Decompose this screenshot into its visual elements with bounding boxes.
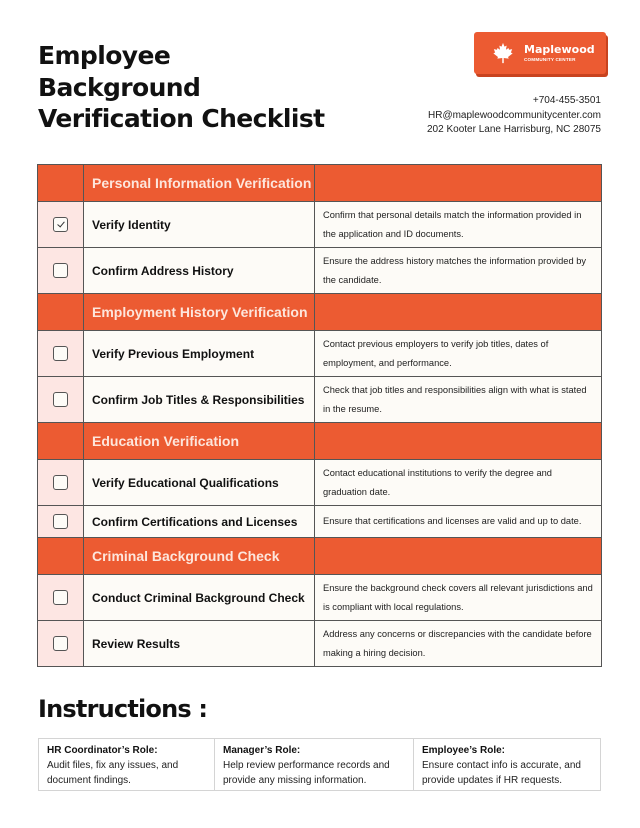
checklist-row: Verify Previous Employment Contact previ… xyxy=(37,330,602,377)
role-title: Manager’s Role: xyxy=(223,745,301,756)
page-title: Employee Background Verification Checkli… xyxy=(38,40,338,135)
checkbox-cell xyxy=(37,574,84,621)
task-description: Ensure the background check covers all r… xyxy=(314,574,602,621)
title-line: Verification Checklist xyxy=(38,104,325,133)
role-title: HR Coordinator’s Role: xyxy=(47,745,158,756)
task-label: Confirm Address History xyxy=(83,247,315,294)
checkbox[interactable] xyxy=(53,513,68,529)
contact-phone: +704-455-3501 xyxy=(532,95,601,106)
checklist-row: Confirm Job Titles & Responsibilities Ch… xyxy=(37,376,602,423)
checkbox-cell xyxy=(37,201,84,248)
section-header: Personal Information Verification xyxy=(37,164,602,202)
checklist-row: Verify Identity Confirm that personal de… xyxy=(37,201,602,248)
checkbox[interactable] xyxy=(53,474,68,490)
section-spacer xyxy=(314,293,602,331)
checklist-row: Confirm Certifications and Licenses Ensu… xyxy=(37,505,602,538)
checklist-row: Conduct Criminal Background Check Ensure… xyxy=(37,574,602,621)
checklist-table: Personal Information Verification Verify… xyxy=(37,164,602,667)
task-label: Review Results xyxy=(83,620,315,667)
section-title: Personal Information Verification xyxy=(83,164,315,202)
task-description: Ensure the address history matches the i… xyxy=(314,247,602,294)
section-header: Criminal Background Check xyxy=(37,537,602,575)
checkbox-cell xyxy=(37,247,84,294)
checkbox[interactable] xyxy=(53,262,68,278)
task-label: Conduct Criminal Background Check xyxy=(83,574,315,621)
contact-info: +704-455-3501 HR@maplewoodcommunitycente… xyxy=(427,94,601,138)
role-text: Ensure contact info is accurate, and pro… xyxy=(422,760,581,786)
role-hr-coordinator: HR Coordinator’s Role: Audit files, fix … xyxy=(39,739,214,790)
checklist-row: Review Results Address any concerns or d… xyxy=(37,620,602,667)
section-spacer xyxy=(314,164,602,202)
checkbox-cell xyxy=(37,330,84,377)
task-label: Confirm Certifications and Licenses xyxy=(83,505,315,538)
roles-table: HR Coordinator’s Role: Audit files, fix … xyxy=(38,738,601,791)
section-spacer xyxy=(37,164,84,202)
checkbox-cell xyxy=(37,459,84,506)
section-spacer xyxy=(314,422,602,460)
section-spacer xyxy=(37,422,84,460)
section-spacer xyxy=(37,293,84,331)
role-employee: Employee’s Role: Ensure contact info is … xyxy=(413,739,600,790)
contact-address: 202 Kooter Lane Harrisburg, NC 28075 xyxy=(427,124,601,135)
instructions-title: Instructions : xyxy=(38,695,208,723)
task-label: Confirm Job Titles & Responsibilities xyxy=(83,376,315,423)
maple-leaf-icon xyxy=(493,42,513,64)
task-label: Verify Identity xyxy=(83,201,315,248)
section-spacer xyxy=(37,537,84,575)
contact-email: HR@maplewoodcommunitycenter.com xyxy=(428,109,601,121)
task-description: Ensure that certifications and licenses … xyxy=(314,505,602,538)
section-header: Education Verification xyxy=(37,422,602,460)
brand-logo: Maplewood COMMUNITY CENTER xyxy=(474,32,606,74)
task-label: Verify Previous Employment xyxy=(83,330,315,377)
checklist-row: Confirm Address History Ensure the addre… xyxy=(37,247,602,294)
checkbox[interactable] xyxy=(53,345,68,361)
role-manager: Manager’s Role: Help review performance … xyxy=(214,739,413,790)
section-title: Criminal Background Check xyxy=(83,537,315,575)
brand-subtitle: COMMUNITY CENTER xyxy=(524,57,576,62)
task-description: Contact previous employers to verify job… xyxy=(314,330,602,377)
brand-name: Maplewood xyxy=(524,43,595,56)
checkbox[interactable] xyxy=(53,589,68,605)
checkbox[interactable] xyxy=(53,391,68,407)
checkbox-cell xyxy=(37,620,84,667)
task-description: Address any concerns or discrepancies wi… xyxy=(314,620,602,667)
task-label: Verify Educational Qualifications xyxy=(83,459,315,506)
role-text: Help review performance records and prov… xyxy=(223,760,390,786)
task-description: Confirm that personal details match the … xyxy=(314,201,602,248)
title-line: Background xyxy=(38,72,201,102)
checklist-row: Verify Educational Qualifications Contac… xyxy=(37,459,602,506)
checkbox-checked[interactable] xyxy=(53,216,68,232)
checkbox-cell xyxy=(37,505,84,538)
checkbox[interactable] xyxy=(53,635,68,651)
section-title: Education Verification xyxy=(83,422,315,460)
section-title: Employment History Verification xyxy=(83,293,315,331)
role-text: Audit files, fix any issues, and documen… xyxy=(47,760,179,786)
role-title: Employee’s Role: xyxy=(422,745,505,756)
section-header: Employment History Verification xyxy=(37,293,602,331)
section-spacer xyxy=(314,537,602,575)
task-description: Check that job titles and responsibiliti… xyxy=(314,376,602,423)
task-description: Contact educational institutions to veri… xyxy=(314,459,602,506)
title-line: Employee xyxy=(38,41,171,70)
checkbox-cell xyxy=(37,376,84,423)
